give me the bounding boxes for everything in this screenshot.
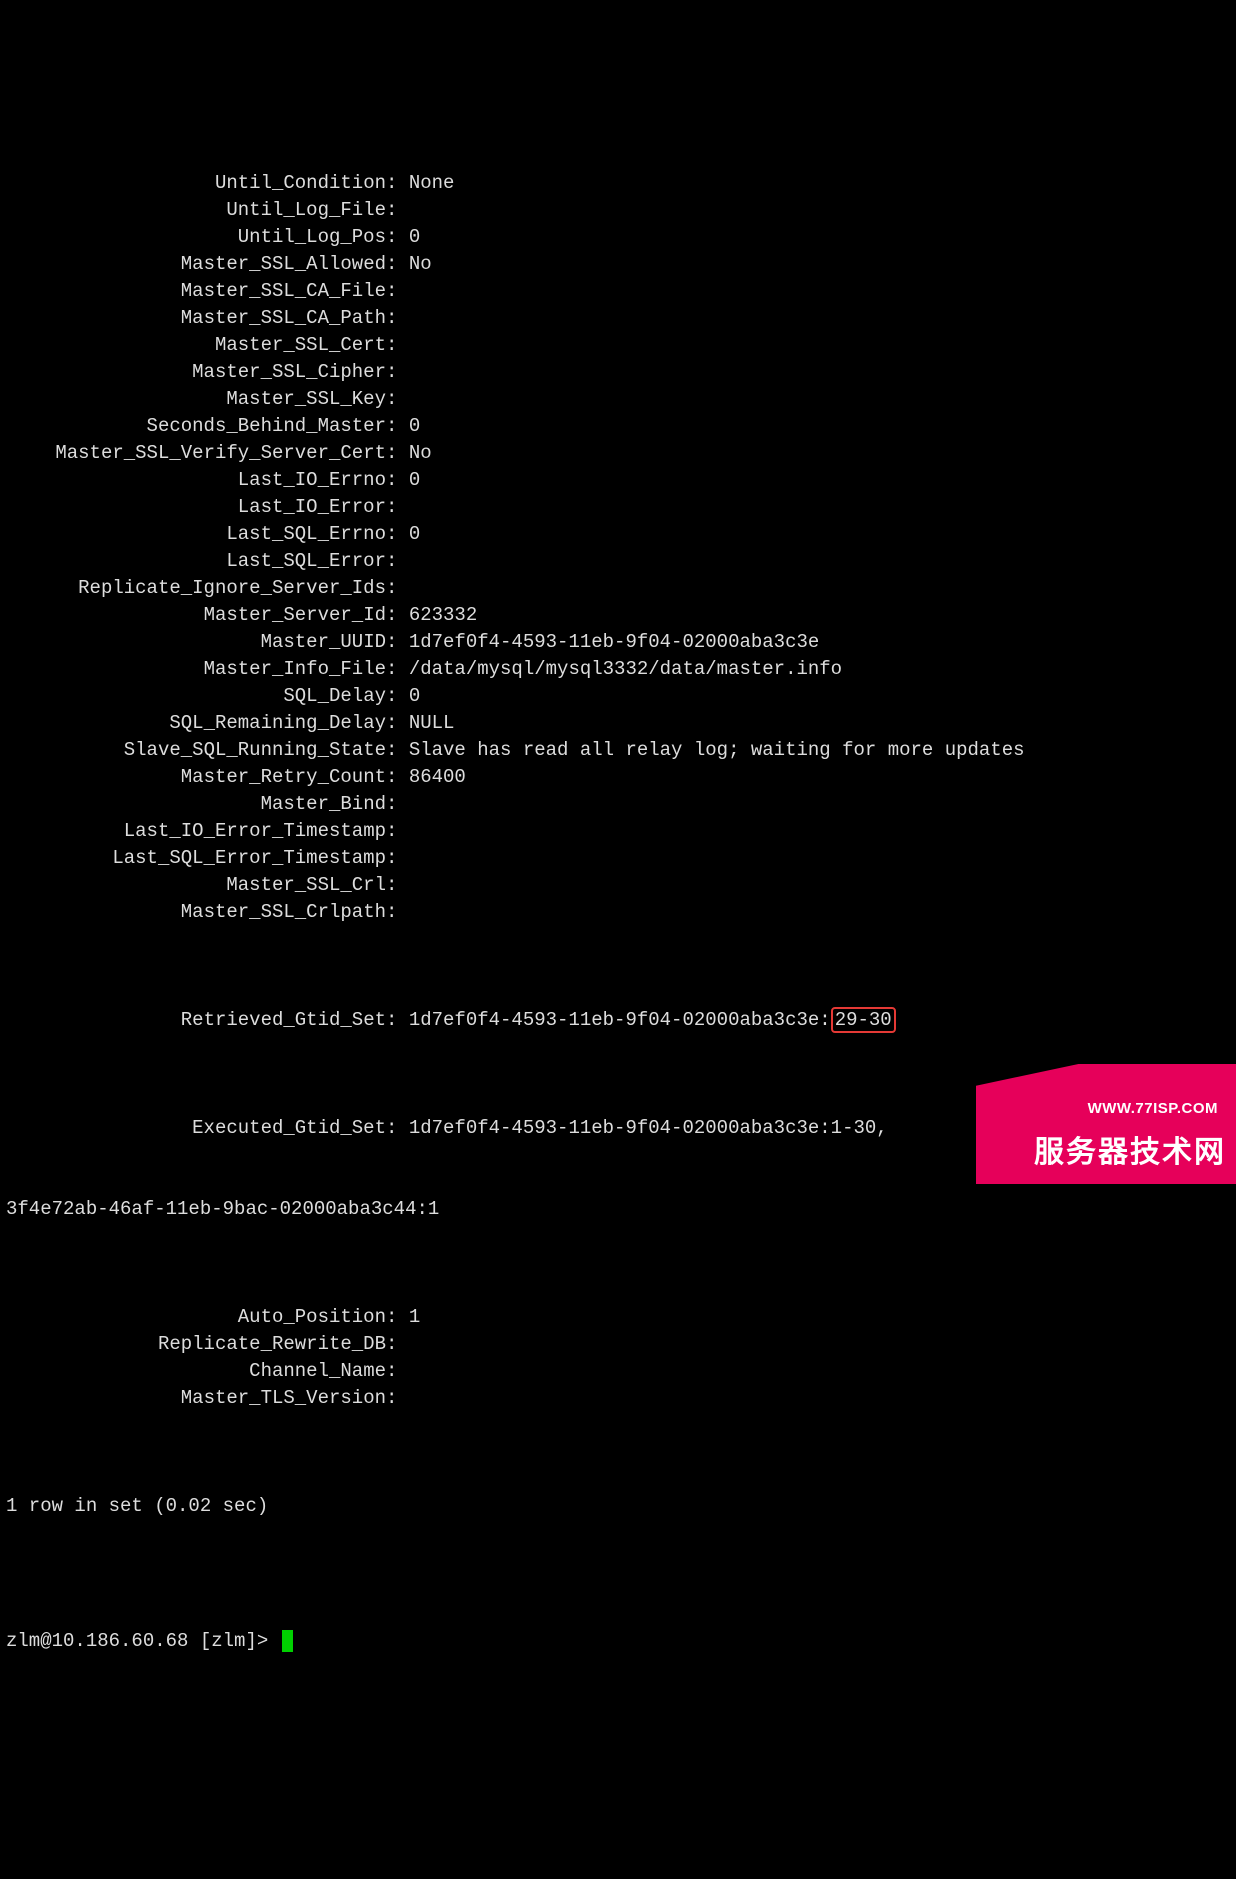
field-label: SQL_Delay — [6, 683, 386, 710]
highlighted-gtid-range: 29-30 — [831, 1007, 896, 1033]
field-label: SQL_Remaining_Delay — [6, 710, 386, 737]
field-label: Master_SSL_Verify_Server_Cert — [6, 440, 386, 467]
field-label: Master_Server_Id — [6, 602, 386, 629]
field-label: Master_SSL_Cipher — [6, 359, 386, 386]
status-row: Master_SSL_CA_Path: — [6, 305, 1230, 332]
field-label: Seconds_Behind_Master — [6, 413, 386, 440]
status-row: SQL_Delay: 0 — [6, 683, 1230, 710]
status-row: Master_Server_Id: 623332 — [6, 602, 1230, 629]
status-row: Master_Retry_Count: 86400 — [6, 764, 1230, 791]
field-value: 623332 — [409, 604, 477, 626]
field-label: Replicate_Rewrite_DB — [6, 1331, 386, 1358]
field-label: Auto_Position — [6, 1304, 386, 1331]
status-row: Until_Condition: None — [6, 170, 1230, 197]
field-value: 86400 — [409, 766, 466, 788]
field-value: 0 — [409, 523, 420, 545]
field-label: Master_SSL_Cert — [6, 332, 386, 359]
field-label: Last_SQL_Error_Timestamp — [6, 845, 386, 872]
field-label: Master_SSL_CA_File — [6, 278, 386, 305]
status-row: Master_SSL_Allowed: No — [6, 251, 1230, 278]
field-label: Replicate_Ignore_Server_Ids — [6, 575, 386, 602]
field-value: 1 — [409, 1306, 420, 1328]
field-value: 1d7ef0f4-4593-11eb-9f04-02000aba3c3e:1-3… — [409, 1117, 888, 1139]
field-value: 0 — [409, 415, 420, 437]
status-row: Master_UUID: 1d7ef0f4-4593-11eb-9f04-020… — [6, 629, 1230, 656]
status-row: Last_IO_Error_Timestamp: — [6, 818, 1230, 845]
field-value: 0 — [409, 469, 420, 491]
field-label: Last_SQL_Errno — [6, 521, 386, 548]
field-label: Master_SSL_Crlpath — [6, 899, 386, 926]
field-label: Master_Retry_Count — [6, 764, 386, 791]
field-value: NULL — [409, 712, 455, 734]
field-label: Slave_SQL_Running_State — [6, 737, 386, 764]
status-row: Last_SQL_Errno: 0 — [6, 521, 1230, 548]
field-label: Master_UUID — [6, 629, 386, 656]
status-row: Master_SSL_CA_File: — [6, 278, 1230, 305]
prompt-text: zlm@10.186.60.68 [zlm]> — [6, 1630, 280, 1652]
field-label: Executed_Gtid_Set — [6, 1115, 386, 1142]
field-label: Until_Condition — [6, 170, 386, 197]
status-row: Master_TLS_Version: — [6, 1385, 1230, 1412]
status-row: Channel_Name: — [6, 1358, 1230, 1385]
field-value: /data/mysql/mysql3332/data/master.info — [409, 658, 842, 680]
status-row: Master_Info_File: /data/mysql/mysql3332/… — [6, 656, 1230, 683]
field-label: Last_IO_Errno — [6, 467, 386, 494]
status-row: Master_SSL_Cipher: — [6, 359, 1230, 386]
field-label: Master_SSL_Key — [6, 386, 386, 413]
field-value: None — [409, 172, 455, 194]
status-row: Seconds_Behind_Master: 0 — [6, 413, 1230, 440]
field-value: Slave has read all relay log; waiting fo… — [409, 739, 1025, 761]
status-row: Last_IO_Errno: 0 — [6, 467, 1230, 494]
field-label: Master_Info_File — [6, 656, 386, 683]
status-row-executed-gtid: Executed_Gtid_Set: 1d7ef0f4-4593-11eb-9f… — [6, 1115, 1230, 1142]
field-label: Channel_Name — [6, 1358, 386, 1385]
field-label: Last_IO_Error_Timestamp — [6, 818, 386, 845]
field-value: No — [409, 253, 432, 275]
status-row: Slave_SQL_Running_State: Slave has read … — [6, 737, 1230, 764]
field-value: 1d7ef0f4-4593-11eb-9f04-02000aba3c3e — [409, 631, 819, 653]
field-label: Master_Bind — [6, 791, 386, 818]
field-label: Master_TLS_Version — [6, 1385, 386, 1412]
status-row: Until_Log_Pos: 0 — [6, 224, 1230, 251]
field-label: Master_SSL_Crl — [6, 872, 386, 899]
prompt-line[interactable]: zlm@10.186.60.68 [zlm]> — [6, 1628, 1230, 1655]
field-label: Master_SSL_Allowed — [6, 251, 386, 278]
status-row: Master_SSL_Crl: — [6, 872, 1230, 899]
status-row: Until_Log_File: — [6, 197, 1230, 224]
status-row: Auto_Position: 1 — [6, 1304, 1230, 1331]
cursor-icon — [282, 1630, 293, 1652]
status-row: Master_Bind: — [6, 791, 1230, 818]
terminal-output[interactable]: Until_Condition: NoneUntil_Log_File: Unt… — [0, 108, 1236, 1690]
status-row: Last_SQL_Error: — [6, 548, 1230, 575]
field-value: No — [409, 442, 432, 464]
field-label: Until_Log_Pos — [6, 224, 386, 251]
field-label: Last_SQL_Error — [6, 548, 386, 575]
result-footer: 1 row in set (0.02 sec) — [6, 1493, 1230, 1520]
field-value: 1d7ef0f4-4593-11eb-9f04-02000aba3c3e:29-… — [409, 1009, 896, 1031]
status-row: Master_SSL_Cert: — [6, 332, 1230, 359]
status-row: Last_SQL_Error_Timestamp: — [6, 845, 1230, 872]
status-row: Last_IO_Error: — [6, 494, 1230, 521]
field-label: Retrieved_Gtid_Set — [6, 1007, 386, 1034]
status-row: Replicate_Rewrite_DB: — [6, 1331, 1230, 1358]
status-row-retrieved-gtid: Retrieved_Gtid_Set: 1d7ef0f4-4593-11eb-9… — [6, 1007, 1230, 1034]
executed-gtid-continuation: 3f4e72ab-46af-11eb-9bac-02000aba3c44:1 — [6, 1196, 1230, 1223]
field-label: Master_SSL_CA_Path — [6, 305, 386, 332]
status-row: SQL_Remaining_Delay: NULL — [6, 710, 1230, 737]
field-value: 0 — [409, 226, 420, 248]
field-value: 0 — [409, 685, 420, 707]
status-row: Master_SSL_Verify_Server_Cert: No — [6, 440, 1230, 467]
field-label: Until_Log_File — [6, 197, 386, 224]
field-label: Last_IO_Error — [6, 494, 386, 521]
status-row: Master_SSL_Crlpath: — [6, 899, 1230, 926]
status-row: Replicate_Ignore_Server_Ids: — [6, 575, 1230, 602]
status-row: Master_SSL_Key: — [6, 386, 1230, 413]
